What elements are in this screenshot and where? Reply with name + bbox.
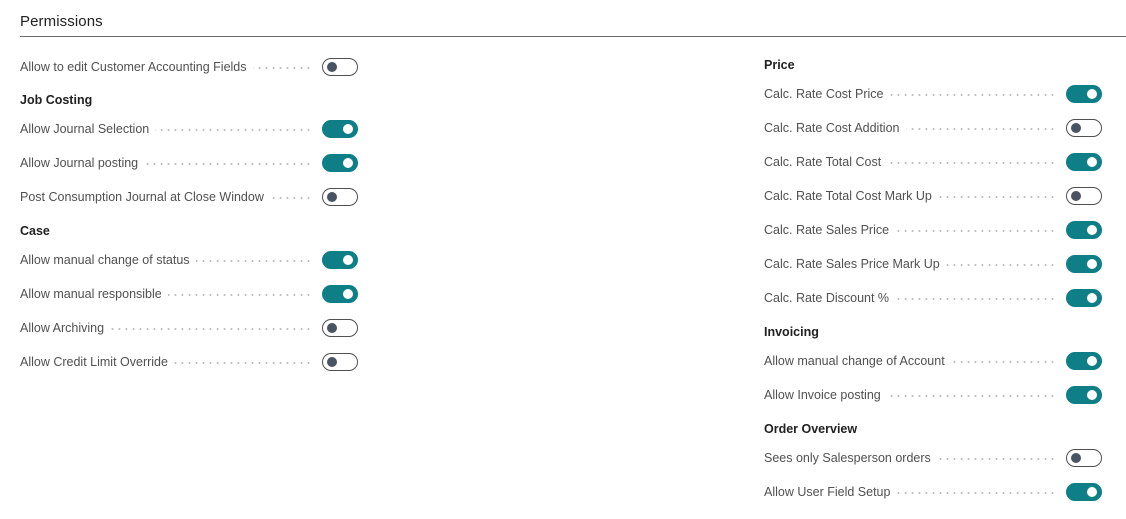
toggle-knob — [327, 357, 337, 367]
field-label: Allow Archiving — [20, 321, 111, 335]
field-label: Calc. Rate Cost Price — [764, 87, 890, 101]
field-calc-rate-cost-price: Calc. Rate Cost Price — [764, 83, 1102, 105]
field-label: Allow manual responsible — [20, 287, 168, 301]
field-label: Calc. Rate Cost Addition — [764, 121, 906, 135]
field-label: Sees only Salesperson orders — [764, 451, 937, 465]
field-allow-edit-customer-accounting-fields: Allow to edit Customer Accounting Fields — [20, 56, 358, 78]
field-label: Calc. Rate Sales Price Mark Up — [764, 257, 946, 271]
field-calc-rate-discount: Calc. Rate Discount % — [764, 287, 1102, 309]
field-calc-rate-sales-price-mark-up: Calc. Rate Sales Price Mark Up — [764, 253, 1102, 275]
group-title-job-costing: Job Costing — [20, 93, 93, 107]
toggle-knob — [343, 289, 353, 299]
field-allow-manual-responsible: Allow manual responsible — [20, 283, 358, 305]
field-allow-credit-limit-override: Allow Credit Limit Override — [20, 351, 358, 373]
toggle-switch[interactable] — [322, 120, 358, 138]
section-header: Permissions — [20, 0, 1126, 37]
toggle-knob — [343, 255, 353, 265]
field-label: Calc. Rate Sales Price — [764, 223, 896, 237]
group-title-price: Price — [764, 58, 795, 72]
toggle-switch[interactable] — [1066, 119, 1102, 137]
toggle-knob — [343, 158, 353, 168]
toggle-switch[interactable] — [322, 353, 358, 371]
toggle-knob — [1087, 89, 1097, 99]
field-label: Allow Credit Limit Override — [20, 355, 174, 369]
field-label: Allow manual change of status — [20, 253, 196, 267]
toggle-knob — [1071, 123, 1081, 133]
field-allow-manual-change-of-account: Allow manual change of Account — [764, 350, 1102, 372]
field-label: Calc. Rate Discount % — [764, 291, 896, 305]
toggle-switch[interactable] — [322, 188, 358, 206]
field-allow-journal-selection: Allow Journal Selection — [20, 118, 358, 140]
toggle-switch[interactable] — [322, 154, 358, 172]
field-allow-manual-change-of-status: Allow manual change of status — [20, 249, 358, 271]
group-title-order-overview: Order Overview — [764, 422, 858, 436]
field-calc-rate-sales-price: Calc. Rate Sales Price — [764, 219, 1102, 241]
group-title-invoicing: Invoicing — [764, 325, 819, 339]
toggle-switch[interactable] — [1066, 85, 1102, 103]
toggle-knob — [1071, 191, 1081, 201]
field-allow-journal-posting: Allow Journal posting — [20, 152, 358, 174]
toggle-knob — [1087, 157, 1097, 167]
toggle-switch[interactable] — [1066, 289, 1102, 307]
toggle-knob — [327, 192, 337, 202]
field-label: Calc. Rate Total Cost Mark Up — [764, 189, 938, 203]
toggle-knob — [1087, 356, 1097, 366]
toggle-knob — [327, 62, 337, 72]
toggle-switch[interactable] — [1066, 386, 1102, 404]
field-label: Allow manual change of Account — [764, 354, 951, 368]
field-label: Allow User Field Setup — [764, 485, 897, 499]
toggle-knob — [1071, 453, 1081, 463]
toggle-switch[interactable] — [322, 285, 358, 303]
field-allow-archiving: Allow Archiving — [20, 317, 358, 339]
toggle-switch[interactable] — [1066, 153, 1102, 171]
toggle-switch[interactable] — [322, 58, 358, 76]
field-label: Calc. Rate Total Cost — [764, 155, 888, 169]
toggle-knob — [1087, 259, 1097, 269]
toggle-switch[interactable] — [1066, 449, 1102, 467]
toggle-switch[interactable] — [1066, 352, 1102, 370]
field-calc-rate-cost-addition: Calc. Rate Cost Addition — [764, 117, 1102, 139]
toggle-knob — [1087, 225, 1097, 235]
field-allow-user-field-setup: Allow User Field Setup — [764, 481, 1102, 503]
toggle-switch[interactable] — [322, 251, 358, 269]
group-title-case: Case — [20, 224, 50, 238]
field-label: Allow Journal Selection — [20, 122, 156, 136]
field-allow-invoice-posting: Allow Invoice posting — [764, 384, 1102, 406]
field-calc-rate-total-cost: Calc. Rate Total Cost — [764, 151, 1102, 173]
toggle-knob — [1087, 390, 1097, 400]
field-label: Allow Invoice posting — [764, 388, 887, 402]
toggle-switch[interactable] — [1066, 221, 1102, 239]
toggle-knob — [327, 323, 337, 333]
toggle-knob — [343, 124, 353, 134]
toggle-switch[interactable] — [1066, 255, 1102, 273]
field-label: Allow Journal posting — [20, 156, 145, 170]
toggle-knob — [1087, 487, 1097, 497]
field-post-consumption-journal: Post Consumption Journal at Close Window — [20, 186, 358, 208]
toggle-switch[interactable] — [1066, 483, 1102, 501]
field-label: Allow to edit Customer Accounting Fields — [20, 60, 253, 74]
section-title: Permissions — [20, 13, 103, 30]
field-calc-rate-total-cost-mark-up: Calc. Rate Total Cost Mark Up — [764, 185, 1102, 207]
toggle-switch[interactable] — [1066, 187, 1102, 205]
field-label: Post Consumption Journal at Close Window — [20, 190, 270, 204]
toggle-switch[interactable] — [322, 319, 358, 337]
toggle-knob — [1087, 293, 1097, 303]
field-sees-only-salesperson-orders: Sees only Salesperson orders — [764, 447, 1102, 469]
